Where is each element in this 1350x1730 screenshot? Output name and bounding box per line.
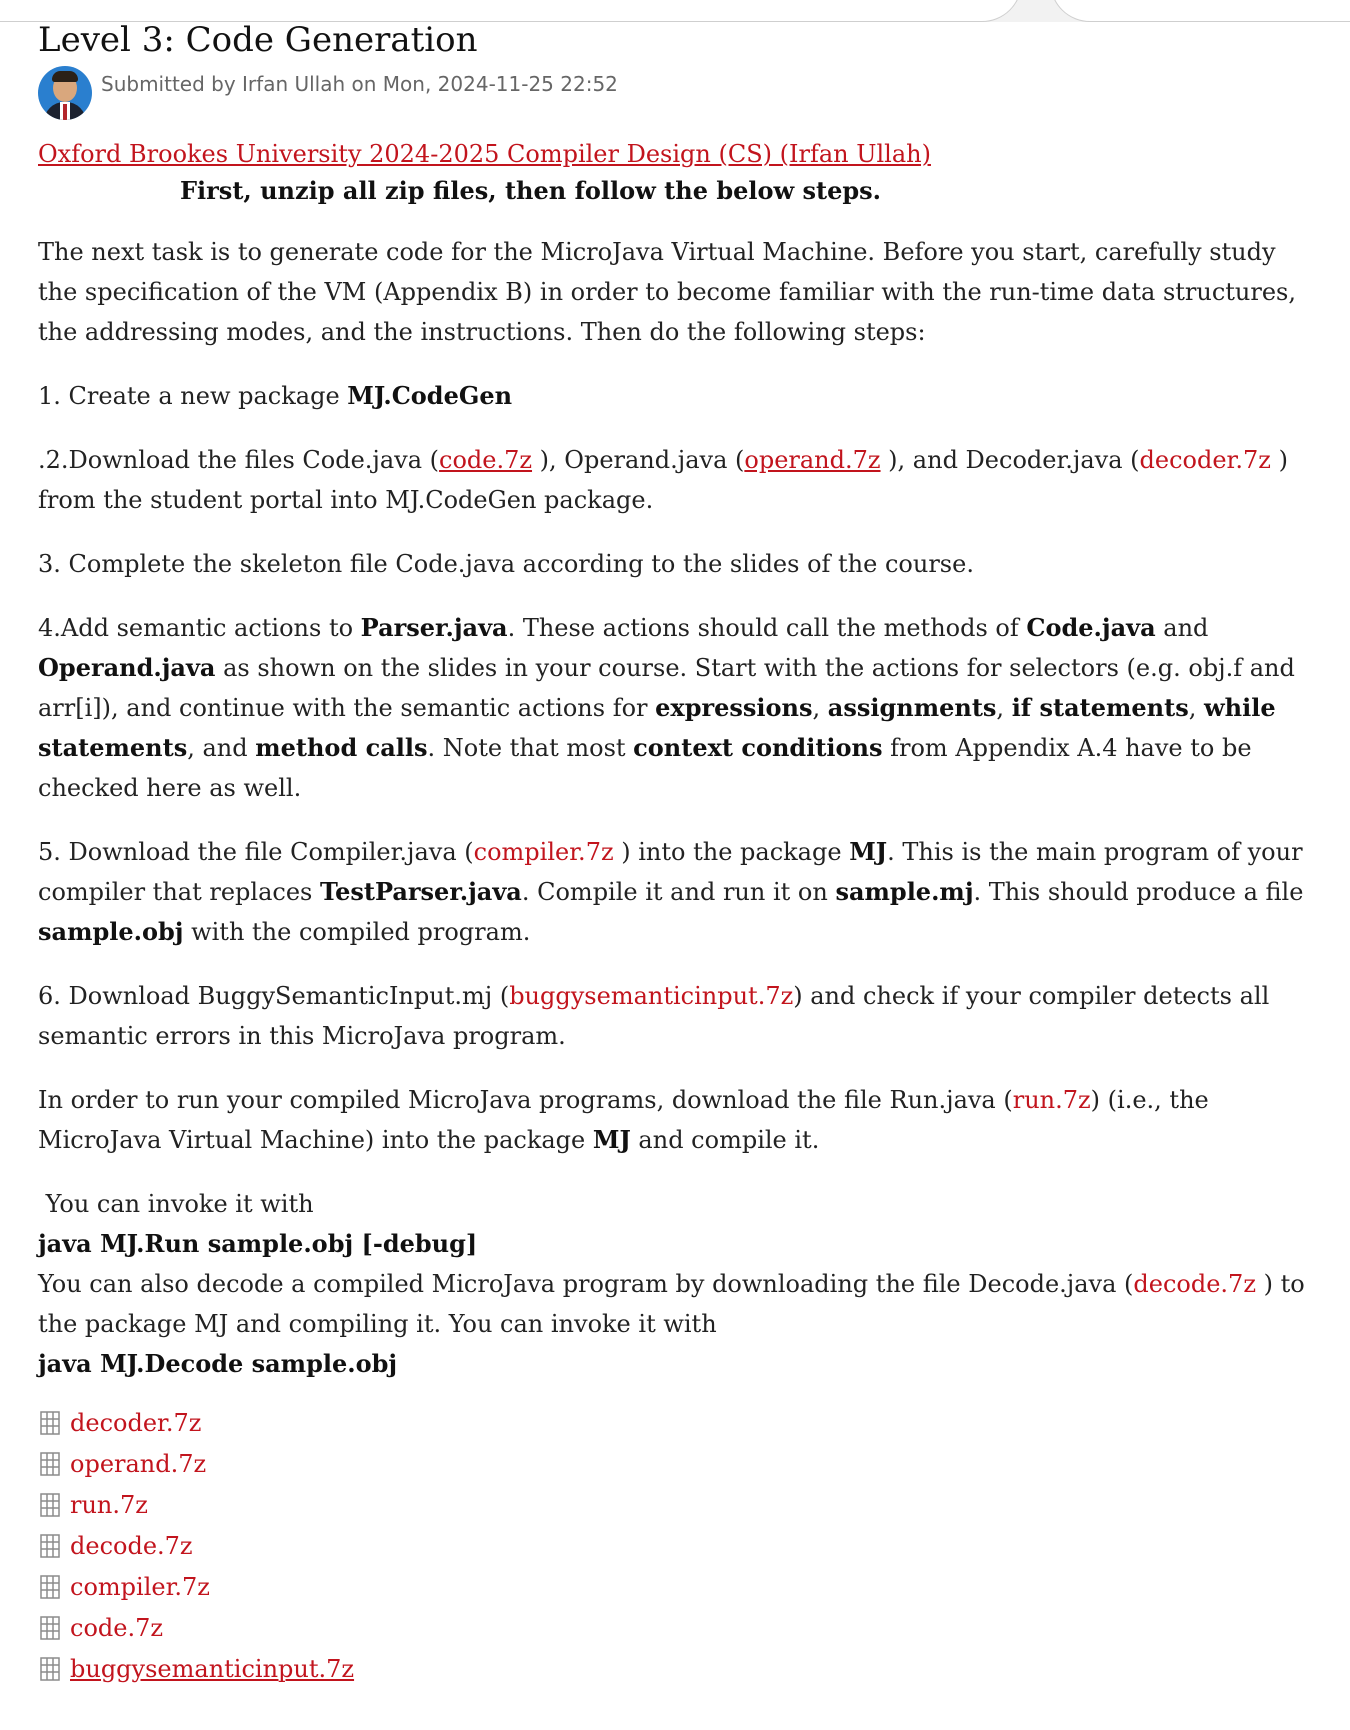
attachment-item: run.7z xyxy=(38,1484,1318,1525)
bold-term: sample.obj xyxy=(38,917,184,946)
bold-term: Code.java xyxy=(1026,613,1156,642)
bold-term: context conditions xyxy=(633,733,883,762)
bold-term: expressions xyxy=(655,693,813,722)
step-4-text: . Note that most xyxy=(427,734,634,762)
attachment-item: decoder.7z xyxy=(38,1402,1318,1443)
bold-term: assignments xyxy=(827,693,997,722)
bold-term: MJ xyxy=(849,837,888,866)
byline: Submitted by Irfan Ullah on Mon, 2024-11… xyxy=(101,72,618,96)
code-7z-link[interactable]: code.7z xyxy=(439,446,532,474)
attachment-link[interactable]: compiler.7z xyxy=(70,1567,210,1607)
bold-term: TestParser.java xyxy=(319,877,522,906)
decode-command: java MJ.Decode sample.obj xyxy=(38,1349,398,1378)
buggysemanticinput-7z-link[interactable]: buggysemanticinput.7z xyxy=(509,982,793,1010)
step-6: 6. Download BuggySemanticInput.mj (buggy… xyxy=(38,976,1318,1056)
avatar[interactable] xyxy=(38,66,92,120)
step-5-text: . Compile it and run it on xyxy=(521,878,836,906)
run-text: and compile it. xyxy=(630,1126,820,1154)
attachment-link[interactable]: run.7z xyxy=(70,1485,148,1525)
attachment-link[interactable]: decoder.7z xyxy=(70,1403,201,1443)
step-4-text: , and xyxy=(187,734,256,762)
bold-term: MJ xyxy=(592,1125,631,1154)
step-5: 5. Download the file Compiler.java (comp… xyxy=(38,832,1318,952)
decoder-7z-link[interactable]: decoder.7z xyxy=(1140,446,1271,474)
step-4-text: and xyxy=(1155,614,1209,642)
page-title: Level 3: Code Generation xyxy=(38,20,478,60)
run-command: java MJ.Run sample.obj [-debug] xyxy=(38,1229,478,1258)
run-text: In order to run your compiled MicroJava … xyxy=(38,1086,1013,1114)
headline: First, unzip all zip files, then follow … xyxy=(180,176,882,205)
attachment-link[interactable]: operand.7z xyxy=(70,1444,206,1484)
decode-paragraph: You can also decode a compiled MicroJava… xyxy=(38,1264,1318,1344)
step-2-text: ), and Decoder.java ( xyxy=(880,446,1140,474)
step-6-text: 6. Download BuggySemanticInput.mj ( xyxy=(38,982,510,1010)
archive-file-icon xyxy=(40,1615,60,1640)
step-5-text: . This should produce a file xyxy=(973,878,1304,906)
step-4-text: , xyxy=(996,694,1012,722)
step-2: .2.Download the files Code.java (code.7z… xyxy=(38,440,1318,520)
bold-term: method calls xyxy=(255,733,428,762)
attachment-item: code.7z xyxy=(38,1607,1318,1648)
step-4-text: , xyxy=(812,694,828,722)
submission-info: Submitted by Irfan Ullah on Mon, 2024-11… xyxy=(38,66,1318,128)
run-7z-link[interactable]: run.7z xyxy=(1013,1086,1091,1114)
step-2-text: .2.Download the files Code.java ( xyxy=(38,446,440,474)
attachment-link[interactable]: buggysemanticinput.7z xyxy=(70,1649,354,1689)
attachment-list: decoder.7z operand.7z run.7z decode.7z c… xyxy=(38,1402,1318,1689)
operand-7z-link[interactable]: operand.7z xyxy=(744,446,880,474)
step-2-text: ), Operand.java ( xyxy=(532,446,745,474)
course-link[interactable]: Oxford Brookes University 2024-2025 Comp… xyxy=(38,138,931,170)
run-paragraph: In order to run your compiled MicroJava … xyxy=(38,1080,1318,1160)
step-5-text: ) into the package xyxy=(613,838,850,866)
bold-term: if statements xyxy=(1011,693,1189,722)
step-4-text: 4.Add semantic actions to xyxy=(38,614,361,642)
step-5-text: with the compiled program. xyxy=(183,918,531,946)
package-name: MJ.CodeGen xyxy=(347,381,513,410)
decode-text: You can also decode a compiled MicroJava… xyxy=(38,1270,1134,1298)
attachment-link[interactable]: code.7z xyxy=(70,1608,163,1648)
step-4-text: . These actions should call the methods … xyxy=(507,614,1027,642)
archive-file-icon xyxy=(40,1533,60,1558)
invoke-text: You can invoke it with xyxy=(38,1190,314,1218)
step-4: 4.Add semantic actions to Parser.java. T… xyxy=(38,608,1318,808)
article: Level 3: Code Generation Submitted by Ir… xyxy=(38,18,1318,1689)
attachment-item: operand.7z xyxy=(38,1443,1318,1484)
decode-7z-link[interactable]: decode.7z xyxy=(1133,1270,1256,1298)
step-3: 3. Complete the skeleton file Code.java … xyxy=(38,550,974,578)
attachment-item: compiler.7z xyxy=(38,1566,1318,1607)
step-4-text: , xyxy=(1188,694,1204,722)
attachment-item: buggysemanticinput.7z xyxy=(38,1648,1318,1689)
step-5-text: 5. Download the file Compiler.java ( xyxy=(38,838,474,866)
intro-paragraph: The next task is to generate code for th… xyxy=(38,238,1296,346)
compiler-7z-link[interactable]: compiler.7z xyxy=(474,838,614,866)
archive-file-icon xyxy=(40,1451,60,1476)
attachment-link[interactable]: decode.7z xyxy=(70,1526,193,1566)
bold-term: Operand.java xyxy=(38,653,216,682)
step-1-text: 1. Create a new package xyxy=(38,382,348,410)
archive-file-icon xyxy=(40,1410,60,1435)
step-1: 1. Create a new package MJ.CodeGen xyxy=(38,376,1318,416)
archive-file-icon xyxy=(40,1656,60,1681)
bold-term: sample.mj xyxy=(835,877,974,906)
bold-term: Parser.java xyxy=(360,613,508,642)
archive-file-icon xyxy=(40,1492,60,1517)
archive-file-icon xyxy=(40,1574,60,1599)
attachment-item: decode.7z xyxy=(38,1525,1318,1566)
